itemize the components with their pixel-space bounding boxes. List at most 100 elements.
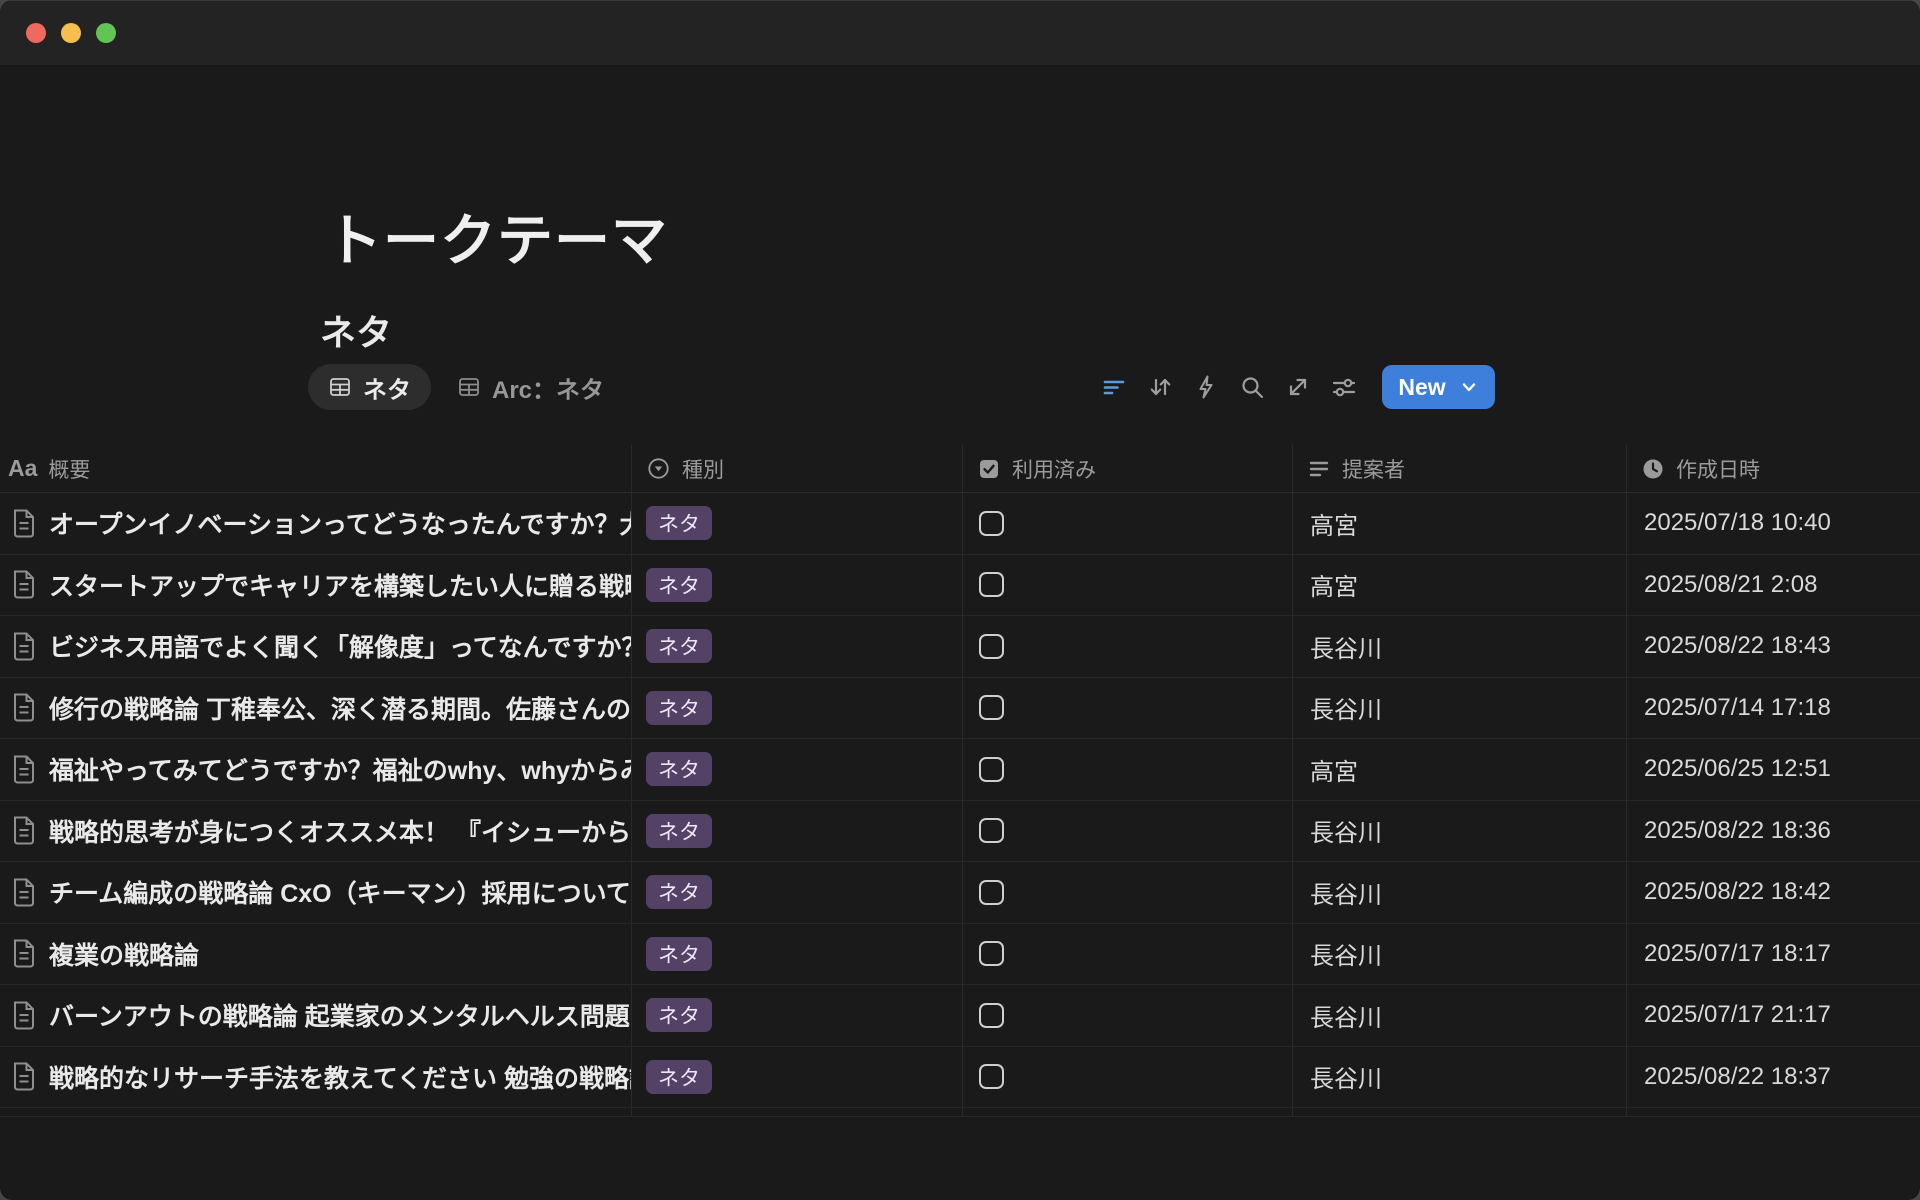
row-title[interactable]: ビジネス用語でよく聞く「解像度」ってなんですか？ xyxy=(49,628,631,664)
created-cell[interactable]: 2025/06/25 12:51 xyxy=(1627,739,1920,800)
type-tag[interactable]: ネタ xyxy=(646,691,712,725)
used-checkbox[interactable] xyxy=(979,1003,1004,1028)
column-label: 利用済み xyxy=(1012,454,1096,484)
search-icon[interactable] xyxy=(1236,371,1268,403)
type-tag[interactable]: ネタ xyxy=(646,506,712,540)
created-cell[interactable]: 2025/08/22 18:43 xyxy=(1627,616,1920,677)
row-title[interactable]: オープンイノベーションってどうなったんですか？大企業 xyxy=(49,505,631,541)
created-cell[interactable]: 2025/08/22 18:42 xyxy=(1627,862,1920,923)
used-checkbox[interactable] xyxy=(979,818,1004,843)
proposer-cell[interactable]: 長谷川 xyxy=(1293,985,1627,1046)
proposer-cell[interactable]: 高宮 xyxy=(1293,739,1627,800)
page-icon xyxy=(10,877,37,908)
tab-label: Arc：ネタ xyxy=(492,370,604,405)
chevron-down-icon[interactable] xyxy=(1459,377,1479,397)
sort-icon[interactable] xyxy=(1144,371,1176,403)
app-window: トークテーマ ネタ ネタ xyxy=(0,0,1920,1200)
created-cell[interactable]: 2025/08/22 18:37 xyxy=(1627,1047,1920,1108)
table-row[interactable]: スタートアップでキャリアを構築したい人に贈る戦略論 ネタ 高宮 2025/08/… xyxy=(0,555,1920,617)
type-tag[interactable]: ネタ xyxy=(646,998,712,1032)
proposer-cell[interactable]: 長谷川 xyxy=(1293,616,1627,677)
used-checkbox[interactable] xyxy=(979,695,1004,720)
new-button[interactable]: New xyxy=(1382,365,1495,409)
proposer-cell[interactable]: 長谷川 xyxy=(1293,862,1627,923)
table-row[interactable]: 戦略的なリサーチ手法を教えてください 勉強の戦略論、あ ネタ 長谷川 2025/… xyxy=(0,1047,1920,1109)
column-label: 概要 xyxy=(48,454,90,484)
zoom-window-button[interactable] xyxy=(96,23,116,43)
row-title[interactable]: 戦略的なリサーチ手法を教えてください 勉強の戦略論、あ xyxy=(49,1059,631,1095)
expand-icon[interactable] xyxy=(1282,371,1314,403)
table-header: Aa 概要 種別 利用済み xyxy=(0,445,1920,493)
used-checkbox[interactable] xyxy=(979,941,1004,966)
used-checkbox[interactable] xyxy=(979,880,1004,905)
type-tag[interactable]: ネタ xyxy=(646,937,712,971)
page-icon xyxy=(10,631,37,662)
used-checkbox[interactable] xyxy=(979,1064,1004,1089)
row-title[interactable]: 複業の戦略論 xyxy=(49,936,199,972)
database-table: Aa 概要 種別 利用済み xyxy=(0,445,1920,1117)
column-label: 提案者 xyxy=(1342,454,1405,484)
column-header-type[interactable]: 種別 xyxy=(632,445,963,492)
table-row[interactable]: 修行の戦略論 丁稚奉公、深く潜る期間。佐藤さんのゆる ネタ 長谷川 2025/0… xyxy=(0,678,1920,740)
type-tag[interactable]: ネタ xyxy=(646,568,712,602)
select-icon xyxy=(646,456,671,481)
type-tag[interactable]: ネタ xyxy=(646,814,712,848)
page-icon xyxy=(10,754,37,785)
table-row[interactable]: 福祉やってみてどうですか？福祉のwhy、whyからみた福祉 ネタ 高宮 2025… xyxy=(0,739,1920,801)
used-checkbox[interactable] xyxy=(979,634,1004,659)
proposer-cell[interactable]: 長谷川 xyxy=(1293,678,1627,739)
table-row[interactable]: ビジネス用語でよく聞く「解像度」ってなんですか？ ネタ 長谷川 2025/08/… xyxy=(0,616,1920,678)
proposer-cell[interactable]: 長谷川 xyxy=(1293,1047,1627,1108)
table-view-icon xyxy=(457,375,481,399)
table-view-icon xyxy=(328,375,352,399)
title-aa-icon: Aa xyxy=(8,455,37,482)
column-header-used[interactable]: 利用済み xyxy=(963,445,1293,492)
proposer-cell[interactable]: 長谷川 xyxy=(1293,801,1627,862)
created-time-clock-icon xyxy=(1641,457,1665,481)
table-row[interactable]: バーンアウトの戦略論 起業家のメンタルヘルス問題 ネタ 長谷川 2025/07/… xyxy=(0,985,1920,1047)
created-cell[interactable]: 2025/07/18 10:40 xyxy=(1627,493,1920,554)
clipped-next-row xyxy=(0,1108,1920,1117)
row-title[interactable]: 修行の戦略論 丁稚奉公、深く潜る期間。佐藤さんのゆる xyxy=(49,690,631,726)
automation-lightning-icon[interactable] xyxy=(1190,371,1222,403)
proposer-cell[interactable]: 高宮 xyxy=(1293,493,1627,554)
row-title[interactable]: 福祉やってみてどうですか？福祉のwhy、whyからみた福祉 xyxy=(49,751,631,787)
column-header-proposer[interactable]: 提案者 xyxy=(1293,445,1627,492)
table-row[interactable]: 複業の戦略論 ネタ 長谷川 2025/07/17 18:17 xyxy=(0,924,1920,986)
type-tag[interactable]: ネタ xyxy=(646,1060,712,1094)
filter-icon[interactable] xyxy=(1098,371,1130,403)
section-heading: ネタ xyxy=(320,304,392,356)
proposer-cell[interactable]: 高宮 xyxy=(1293,555,1627,616)
type-tag[interactable]: ネタ xyxy=(646,752,712,786)
tab-arc-neta[interactable]: Arc：ネタ xyxy=(457,370,604,405)
used-checkbox[interactable] xyxy=(979,511,1004,536)
page-icon xyxy=(10,815,37,846)
tab-neta-active[interactable]: ネタ xyxy=(308,364,431,410)
table-row[interactable]: 戦略的思考が身につくオススメ本！ 『イシューから始めよ', ネタ 長谷川 202… xyxy=(0,801,1920,863)
view-settings-icon[interactable] xyxy=(1328,371,1360,403)
row-title[interactable]: バーンアウトの戦略論 起業家のメンタルヘルス問題 xyxy=(49,997,630,1033)
used-checkbox[interactable] xyxy=(979,757,1004,782)
new-button-label: New xyxy=(1398,374,1445,401)
created-cell[interactable]: 2025/08/22 18:36 xyxy=(1627,801,1920,862)
close-window-button[interactable] xyxy=(26,23,46,43)
created-cell[interactable]: 2025/08/21 2:08 xyxy=(1627,555,1920,616)
row-title[interactable]: スタートアップでキャリアを構築したい人に贈る戦略論 xyxy=(49,567,631,603)
tab-label: ネタ xyxy=(363,370,411,405)
created-cell[interactable]: 2025/07/17 21:17 xyxy=(1627,985,1920,1046)
created-cell[interactable]: 2025/07/14 17:18 xyxy=(1627,678,1920,739)
type-tag[interactable]: ネタ xyxy=(646,875,712,909)
proposer-cell[interactable]: 長谷川 xyxy=(1293,924,1627,985)
row-title[interactable]: チーム編成の戦略論 CxO（キーマン）採用について xyxy=(49,874,631,910)
type-tag[interactable]: ネタ xyxy=(646,629,712,663)
used-checkbox[interactable] xyxy=(979,572,1004,597)
created-cell[interactable]: 2025/07/17 18:17 xyxy=(1627,924,1920,985)
column-label: 種別 xyxy=(682,454,724,484)
column-header-overview[interactable]: Aa 概要 xyxy=(0,445,632,492)
row-title[interactable]: 戦略的思考が身につくオススメ本！ 『イシューから始めよ', xyxy=(49,813,631,849)
page-icon xyxy=(10,1061,37,1092)
column-header-created[interactable]: 作成日時 xyxy=(1627,445,1920,492)
minimize-window-button[interactable] xyxy=(61,23,81,43)
table-row[interactable]: オープンイノベーションってどうなったんですか？大企業 ネタ 高宮 2025/07… xyxy=(0,493,1920,555)
table-row[interactable]: チーム編成の戦略論 CxO（キーマン）採用について ネタ 長谷川 2025/08… xyxy=(0,862,1920,924)
